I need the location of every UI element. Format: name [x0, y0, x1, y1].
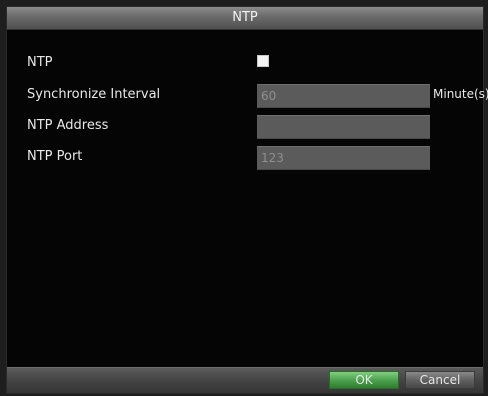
ntp-dialog: NTP NTP Synchronize Interval 60 Minute(s…	[6, 6, 488, 394]
ntp-address-field[interactable]	[257, 115, 430, 139]
sync-interval-label: Synchronize Interval	[27, 87, 161, 102]
cancel-button[interactable]: Cancel	[405, 371, 475, 389]
dialog-button-bar: OK Cancel	[7, 367, 483, 393]
ntp-row: NTP	[27, 52, 477, 76]
ntp-label: NTP	[27, 55, 53, 70]
ntp-port-field[interactable]: 123	[257, 146, 430, 170]
ntp-port-row: NTP Port 123	[27, 146, 477, 170]
screen: NTP NTP Synchronize Interval 60 Minute(s…	[0, 0, 488, 396]
ntp-address-row: NTP Address	[27, 115, 477, 139]
ntp-address-label: NTP Address	[27, 118, 109, 133]
ntp-port-label: NTP Port	[27, 149, 83, 164]
ntp-checkbox[interactable]	[257, 55, 269, 67]
dialog-titlebar: NTP	[7, 7, 483, 30]
sync-interval-field[interactable]: 60	[257, 84, 430, 108]
sync-interval-row: Synchronize Interval 60 Minute(s)	[27, 84, 488, 108]
dialog-title: NTP	[232, 10, 258, 25]
sync-interval-unit: Minute(s)	[433, 87, 488, 101]
ok-button[interactable]: OK	[329, 371, 399, 389]
